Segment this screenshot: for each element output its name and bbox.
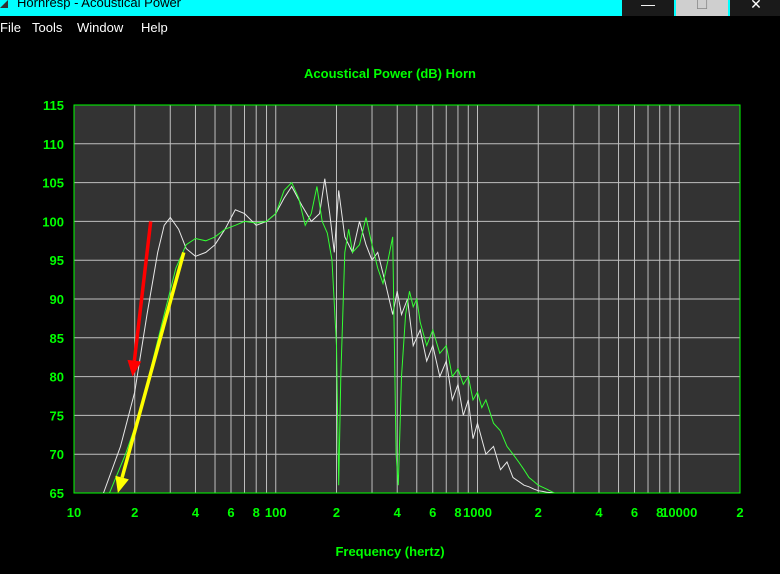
y-tick-label: 90	[50, 292, 64, 307]
x-tick-label: 2	[333, 505, 340, 520]
x-tick-label: 1000	[463, 505, 492, 520]
x-tick-label: 8	[454, 505, 461, 520]
y-tick-label: 115	[43, 98, 64, 113]
x-tick-label: 6	[429, 505, 436, 520]
y-tick-label: 105	[42, 176, 64, 191]
x-axis-label: Frequency (hertz)	[335, 544, 445, 559]
x-tick-label: 4	[394, 505, 402, 520]
y-tick-label: 95	[50, 253, 64, 268]
y-tick-label: 75	[50, 408, 64, 423]
y-tick-label: 110	[43, 137, 64, 152]
y-tick-label: 65	[50, 486, 64, 501]
x-tick-label: 2	[736, 505, 743, 520]
x-tick-label: 2	[535, 505, 542, 520]
x-tick-label: 100	[265, 505, 287, 520]
x-tick-label: 2	[131, 505, 138, 520]
acoustical-power-chart: 6570758085909510010511011510 2 4 6 8 100 2 4 6 8 1…	[42, 98, 743, 520]
x-tick-label: 10	[67, 505, 81, 520]
x-tick-label: 6	[631, 505, 638, 520]
x-tick-label: 10000	[661, 505, 697, 520]
y-tick-label: 70	[50, 447, 64, 462]
x-tick-label: 4	[192, 505, 200, 520]
y-tick-label: 85	[50, 331, 64, 346]
y-tick-label: 100	[42, 214, 64, 229]
x-tick-label: 8	[253, 505, 260, 520]
y-tick-label: 80	[50, 370, 64, 385]
x-tick-label: 4	[595, 505, 603, 520]
x-tick-label: 6	[227, 505, 234, 520]
